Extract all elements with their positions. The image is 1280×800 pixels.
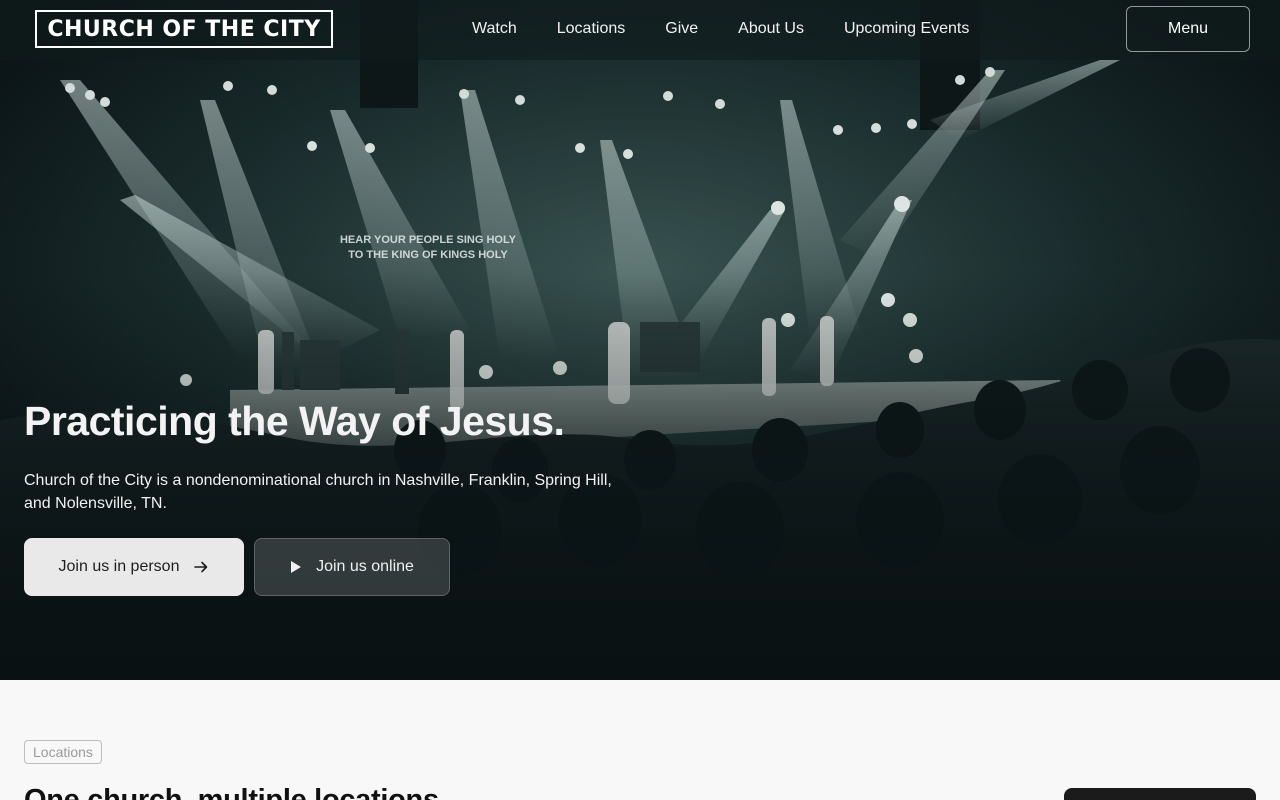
nav-give[interactable]: Give — [645, 20, 718, 38]
lyrics-line: TO THE KING OF KINGS HOLY — [348, 249, 508, 261]
nav-watch[interactable]: Watch — [452, 20, 537, 38]
hero-title: Practicing the Way of Jesus. — [24, 398, 565, 444]
logo-text: CHURCH OF THE CITY — [47, 16, 321, 42]
locations-cta-button[interactable] — [1064, 788, 1256, 800]
nav-locations[interactable]: Locations — [537, 20, 646, 38]
join-online-label: Join us online — [316, 558, 414, 575]
stage-screen-lyrics: HEAR YOUR PEOPLE SING HOLY TO THE KING O… — [320, 233, 536, 263]
section-title: One church, multiple locations — [24, 784, 439, 800]
hero-section: HEAR YOUR PEOPLE SING HOLY TO THE KING O… — [0, 0, 1280, 680]
join-in-person-button[interactable]: Join us in person — [24, 538, 244, 596]
play-icon — [290, 560, 302, 574]
join-online-button[interactable]: Join us online — [254, 538, 450, 596]
join-in-person-label: Join us in person — [58, 558, 180, 575]
hero-subtitle: Church of the City is a nondenominationa… — [24, 472, 612, 512]
section-pill: Locations — [24, 740, 102, 764]
locations-section: Locations One church, multiple locations — [0, 680, 1280, 800]
site-header: CHURCH OF THE CITY Watch Locations Give … — [0, 0, 1280, 60]
nav-upcoming-events[interactable]: Upcoming Events — [824, 20, 989, 38]
arrow-right-icon — [193, 559, 209, 575]
site-logo[interactable]: CHURCH OF THE CITY — [35, 10, 333, 48]
menu-button[interactable]: Menu — [1126, 6, 1250, 52]
lyrics-line: HEAR YOUR PEOPLE SING HOLY — [339, 234, 517, 246]
nav-about-us[interactable]: About Us — [718, 20, 824, 38]
main-nav: Watch Locations Give About Us Upcoming E… — [452, 0, 989, 58]
